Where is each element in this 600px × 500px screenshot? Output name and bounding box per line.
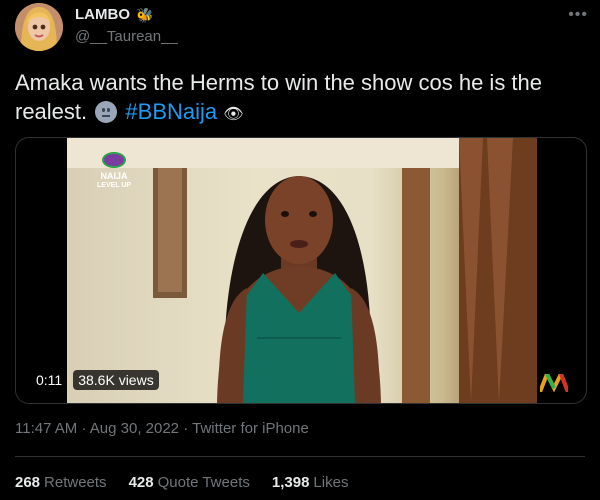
display-name[interactable]: LAMBO 🐝 [75, 6, 153, 23]
tweet-source[interactable]: Twitter for iPhone [192, 420, 309, 437]
tweet-body: Amaka wants the Herms to win the show co… [15, 70, 543, 124]
show-logo-title: NAIJA [100, 171, 128, 181]
more-options-icon[interactable]: ••• [568, 6, 588, 24]
tweet-time[interactable]: 11:47 AM [15, 420, 77, 437]
channel-logo [538, 369, 570, 397]
eye-icon [102, 152, 127, 168]
video-info: 0:11 38.6K views [31, 370, 159, 390]
retweets-stat[interactable]: 268 Retweets [15, 474, 107, 491]
video-views: 38.6K views [73, 370, 159, 390]
tweet-stats: 268 Retweets 428 Quote Tweets 1,398 Likes [15, 474, 348, 491]
quote-tweets-stat[interactable]: 428 Quote Tweets [129, 474, 250, 491]
neutral-face-icon [95, 101, 118, 123]
show-logo: NAIJA LEVEL UP [97, 152, 131, 191]
hashtag-link[interactable]: #BBNaija [125, 99, 217, 124]
user-handle[interactable]: @__Taurean__ [75, 28, 178, 45]
show-logo-sub: LEVEL UP [97, 182, 132, 189]
tweet-timestamp[interactable]: 11:47 AM · Aug 30, 2022 · Twitter for iP… [15, 420, 309, 437]
display-name-text: LAMBO [75, 6, 130, 23]
video-player[interactable]: NAIJA LEVEL UP 0:11 38.6K views [15, 137, 587, 404]
video-thumbnail: NAIJA LEVEL UP [67, 138, 537, 403]
tweet-text: Amaka wants the Herms to win the show co… [15, 68, 585, 129]
bee-icon: 🐝 [136, 6, 154, 23]
hashtag-eye-icon: 👁 [223, 106, 244, 123]
likes-stat[interactable]: 1,398 Likes [272, 474, 349, 491]
video-duration: 0:11 [31, 370, 68, 390]
divider [15, 456, 585, 457]
tweet-date[interactable]: Aug 30, 2022 [90, 420, 179, 437]
avatar[interactable] [15, 3, 63, 51]
